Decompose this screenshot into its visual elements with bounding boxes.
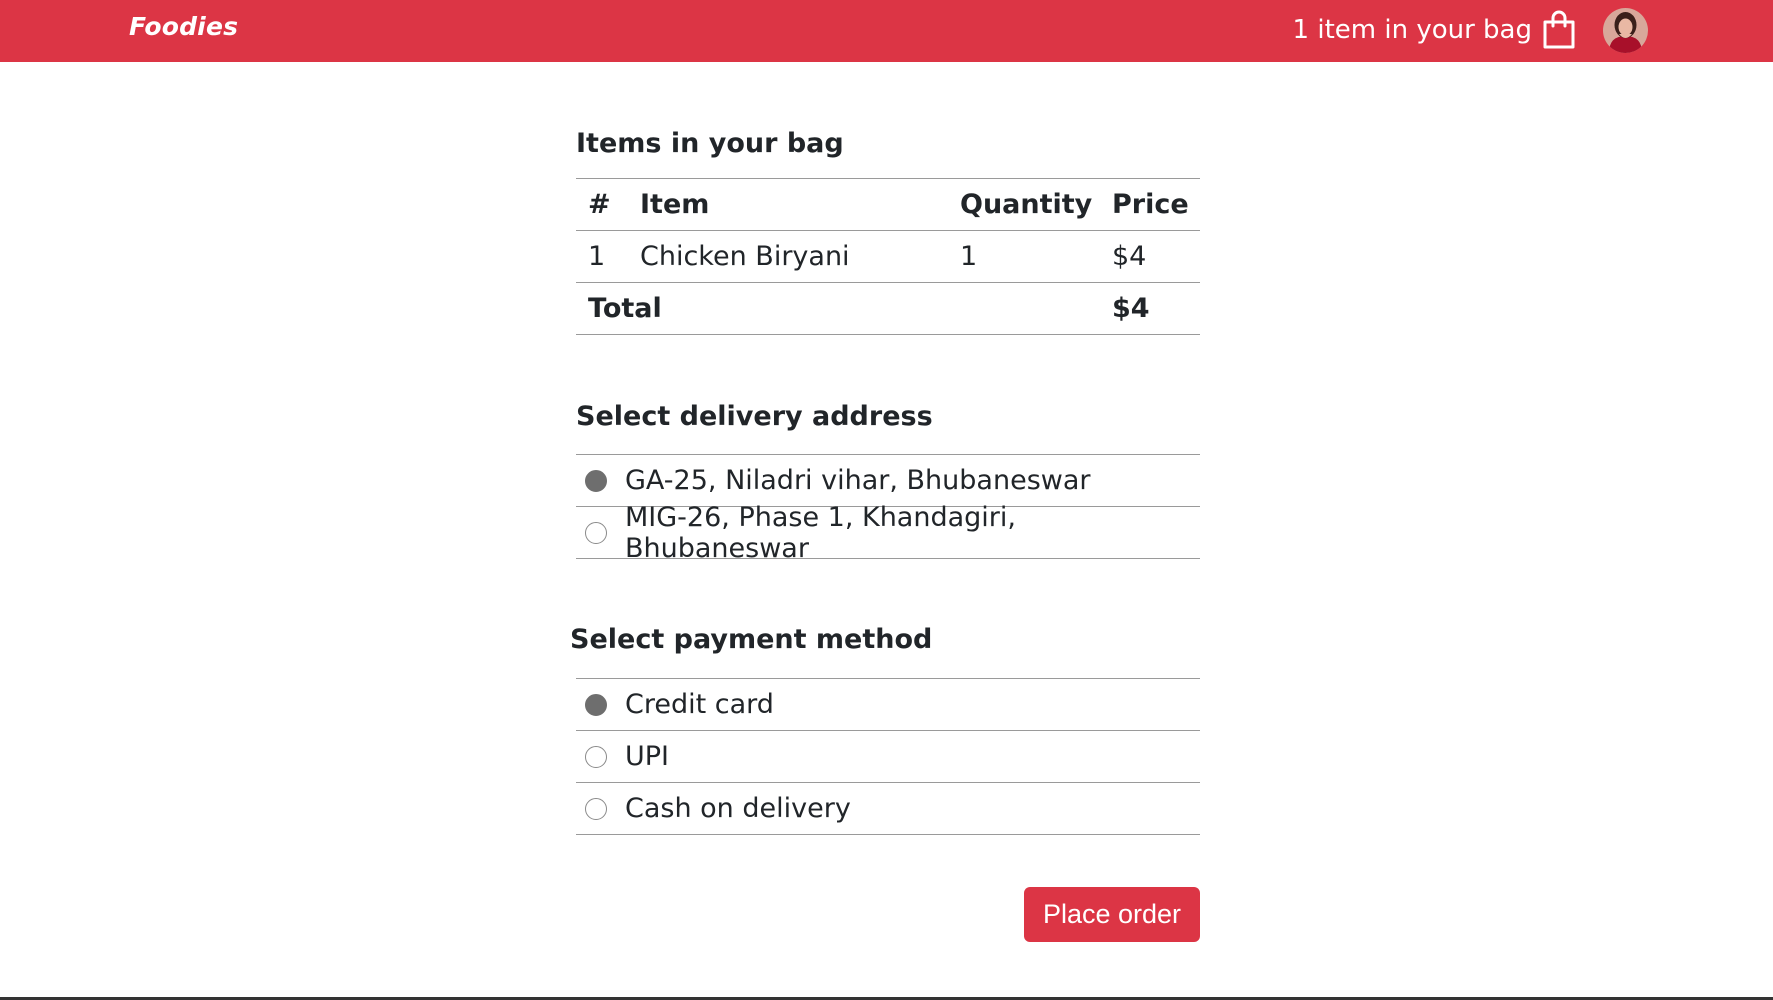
row-price: $4 [1112, 230, 1200, 283]
address-options: GA-25, Niladri vihar, Bhubaneswar MIG-26… [576, 454, 1200, 564]
column-header-item: Item [630, 178, 960, 231]
radio-button[interactable] [585, 469, 607, 492]
address-option-label: MIG-26, Phase 1, Khandagiri, Bhubaneswar [625, 501, 1016, 564]
address-option-label: GA-25, Niladri vihar, Bhubaneswar [625, 465, 1091, 496]
total-label: Total [576, 282, 1112, 335]
payment-option[interactable]: UPI [576, 731, 1200, 783]
top-navbar: Foodies 1 item in your bag [0, 0, 1773, 62]
total-row: Total $4 [576, 282, 1200, 335]
row-quantity: 1 [960, 230, 1112, 283]
place-order-button[interactable]: Place order [1024, 887, 1200, 942]
row-number: 1 [576, 230, 630, 283]
payment-options: Credit card UPI Cash on delivery [576, 678, 1200, 835]
address-option[interactable]: GA-25, Niladri vihar, Bhubaneswar [576, 455, 1200, 507]
row-item-name: Chicken Biryani [630, 230, 960, 283]
bag-items-table: # Item Quantity Price 1 Chicken Biryani … [576, 178, 1200, 335]
address-option[interactable]: MIG-26, Phase 1, Khandagiri, Bhubaneswar [576, 502, 1200, 564]
radio-button[interactable] [585, 745, 607, 768]
shopping-bag-icon [1543, 10, 1575, 49]
payment-section-title: Select payment method [570, 624, 933, 655]
bag-link[interactable]: 1 item in your bag [1293, 10, 1576, 50]
bag-count-text: 1 item in your bag [1292, 15, 1532, 45]
payment-option-label: Cash on delivery [625, 793, 851, 824]
payment-option[interactable]: Credit card [576, 679, 1200, 731]
radio-button[interactable] [585, 693, 607, 716]
radio-button[interactable] [585, 797, 607, 820]
payment-option-label: UPI [625, 741, 670, 772]
user-avatar[interactable] [1603, 8, 1648, 53]
table-header-row: # Item Quantity Price [576, 178, 1200, 231]
brand-logo[interactable]: Foodies [129, 12, 238, 41]
payment-option-label: Credit card [625, 689, 774, 720]
address-section-title: Select delivery address [576, 401, 933, 432]
payment-option[interactable]: Cash on delivery [576, 783, 1200, 835]
total-value: $4 [1112, 282, 1200, 335]
column-header-number: # [576, 178, 630, 231]
table-row: 1 Chicken Biryani 1 $4 [576, 230, 1200, 283]
bag-section-title: Items in your bag [576, 128, 844, 159]
radio-button[interactable] [585, 521, 607, 544]
column-header-price: Price [1112, 178, 1200, 231]
column-header-quantity: Quantity [960, 178, 1112, 231]
